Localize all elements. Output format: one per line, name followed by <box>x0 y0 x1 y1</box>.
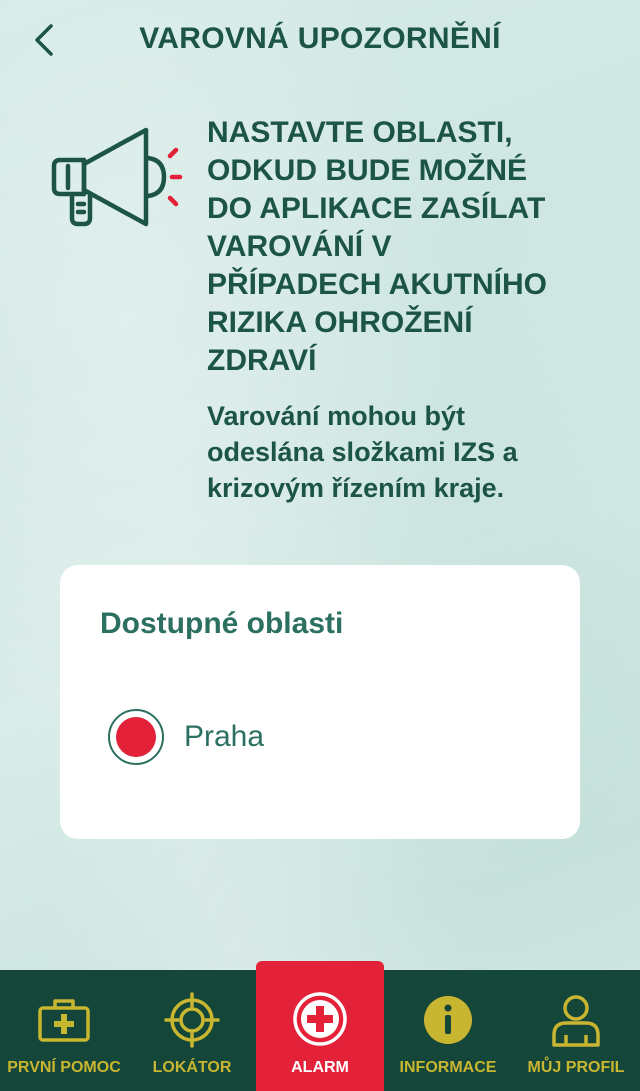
areas-card: Dostupné oblasti Praha <box>60 565 580 839</box>
crosshair-icon <box>162 992 222 1048</box>
areas-card-title: Dostupné oblasti <box>100 607 344 640</box>
tab-label: ALARM <box>291 1059 349 1076</box>
tab-label: MŮJ PROFIL <box>527 1059 625 1076</box>
user-icon <box>546 992 606 1048</box>
tab-first-aid[interactable]: PRVNÍ POMOC <box>0 970 128 1091</box>
info-icon <box>418 992 478 1048</box>
tab-label: LOKÁTOR <box>152 1059 232 1076</box>
tab-locator[interactable]: LOKÁTOR <box>128 970 256 1091</box>
bottom-tab-bar: PRVNÍ POMOC LOKÁTOR ALARM INFORMACE MŮJ … <box>0 961 640 1091</box>
tab-my-profile[interactable]: MŮJ PROFIL <box>512 970 640 1091</box>
description-text: Varování mohou být odeslána složkami IZS… <box>207 401 518 503</box>
tab-label: PRVNÍ POMOC <box>7 1059 121 1076</box>
plus-circle-icon <box>290 991 350 1047</box>
radio-button[interactable] <box>108 709 164 765</box>
radio-selected-dot <box>116 717 156 757</box>
tab-label: INFORMACE <box>399 1059 497 1076</box>
area-option-label: Praha <box>184 720 265 753</box>
page-title: VAROVNÁ UPOZORNĚNÍ <box>139 22 501 55</box>
first-aid-kit-icon <box>34 992 94 1048</box>
tab-information[interactable]: INFORMACE <box>384 970 512 1091</box>
headline: NASTAVTE OBLASTI, ODKUD BUDE MOŽNÉ DO AP… <box>207 116 548 377</box>
area-option-praha[interactable]: Praha <box>108 709 264 765</box>
megaphone-icon <box>51 127 183 227</box>
tab-alarm[interactable]: ALARM <box>256 961 384 1091</box>
header: VAROVNÁ UPOZORNĚNÍ <box>0 0 640 82</box>
